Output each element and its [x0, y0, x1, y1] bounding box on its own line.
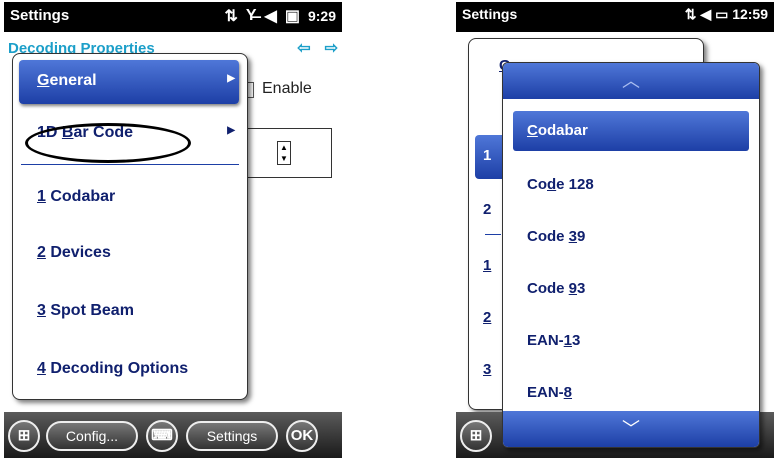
right-screen: Settings ⇅ ◀ ▭ 12:59 G 1 2 1 2 3 4 ⊞ ︿ ﹀… — [456, 2, 774, 458]
data-sync-icon: ⇅ — [224, 8, 238, 25]
menu-separator — [21, 164, 239, 165]
picker-item[interactable]: Code 39 — [513, 217, 749, 257]
menu-item[interactable]: 4 Decoding Options — [19, 348, 239, 392]
status-area: ⇅ Y̶ ◀ ▣ 9:29 — [224, 6, 336, 26]
keyboard-icon[interactable]: ⌨ — [146, 420, 178, 452]
app-title: Settings — [10, 7, 70, 24]
scroll-up-button[interactable]: ︿ — [503, 63, 759, 99]
picker-item-label: Code 93 — [527, 280, 586, 297]
picker-item[interactable]: EAN-8 — [513, 373, 749, 413]
picker-item-label: Code 39 — [527, 228, 586, 245]
clock: 12:59 — [732, 6, 768, 22]
barcode-picker: ︿ ﹀ Codabar Code 128 Code 39 Code 93 EAN-13 E… — [502, 62, 760, 448]
app-title: Settings — [462, 6, 518, 22]
battery-icon: ▣ — [284, 8, 300, 25]
menu-item-spot-beam: 3 — [483, 361, 492, 378]
data-sync-icon: ⇅ — [684, 6, 697, 22]
clock: 9:29 — [307, 8, 336, 24]
scroll-down-button[interactable]: ﹀ — [503, 411, 759, 447]
speaker-icon: ◀ — [264, 8, 277, 25]
menu-item[interactable]: General ▶ — [19, 60, 239, 104]
title-bar: Settings ⇅ ◀ ▭ 12:59 — [456, 2, 774, 32]
speaker-icon: ◀ — [700, 6, 712, 22]
settings-button[interactable]: Settings — [186, 421, 278, 451]
menu-item-label: 2 Devices — [37, 244, 111, 261]
menu-item-1d: 1 — [483, 147, 492, 164]
status-area: ⇅ ◀ ▭ 12:59 — [685, 6, 768, 23]
start-icon[interactable]: ⊞ — [8, 420, 40, 452]
spinner-icon[interactable]: ▲ ▼ — [277, 141, 291, 165]
picker-item[interactable]: Codabar — [513, 111, 749, 151]
back-arrow-icon[interactable]: ⇦ — [297, 38, 310, 58]
highlight-ellipse — [25, 123, 191, 163]
menu-item-2: 2 — [483, 201, 492, 218]
picker-item[interactable]: Code 93 — [513, 269, 749, 309]
picker-item-label: Codabar — [527, 122, 588, 139]
battery-icon: ▭ — [715, 6, 729, 22]
submenu-arrow-icon: ▶ — [227, 125, 235, 136]
menu-item-label: 1 Codabar — [37, 188, 116, 205]
config-button[interactable]: Config... — [46, 421, 138, 451]
picker-item-label: EAN-8 — [527, 384, 573, 401]
picker-item-label: Code 128 — [527, 176, 594, 193]
menu-separator — [485, 234, 501, 235]
menu-item-codabar: 1 — [483, 257, 492, 274]
taskbar: ⊞ Config... ⌨ Settings OK — [4, 412, 342, 458]
submenu-arrow-icon: ▶ — [227, 73, 235, 84]
picker-item-label: EAN-13 — [527, 332, 581, 349]
left-screen: Settings ⇅ Y̶ ◀ ▣ 9:29 Decoding Properti… — [4, 2, 342, 458]
menu-item[interactable]: 2 Devices — [19, 232, 239, 276]
picker-item[interactable]: EAN-13 — [513, 321, 749, 361]
menu-item[interactable]: 1 Codabar — [19, 176, 239, 220]
forward-arrow-icon[interactable]: ⇨ — [325, 38, 338, 58]
popup-menu: General ▶ 1D Bar Code ▶ 1 Codabar 2 Devices 3 … — [12, 53, 248, 400]
enable-label: Enable — [262, 80, 312, 97]
ok-button[interactable]: OK — [286, 420, 318, 452]
menu-item[interactable]: 3 Spot Beam — [19, 290, 239, 334]
signal-off-icon: Y̶ — [245, 7, 257, 24]
start-icon[interactable]: ⊞ — [460, 420, 492, 452]
menu-item-label: 4 Decoding Options — [37, 360, 189, 377]
picker-item[interactable]: Code 128 — [513, 165, 749, 205]
title-bar: Settings ⇅ Y̶ ◀ ▣ 9:29 — [4, 2, 342, 32]
menu-item-devices: 2 — [483, 309, 492, 326]
menu-item-label: General — [37, 72, 97, 89]
menu-item-label: 3 Spot Beam — [37, 302, 134, 319]
